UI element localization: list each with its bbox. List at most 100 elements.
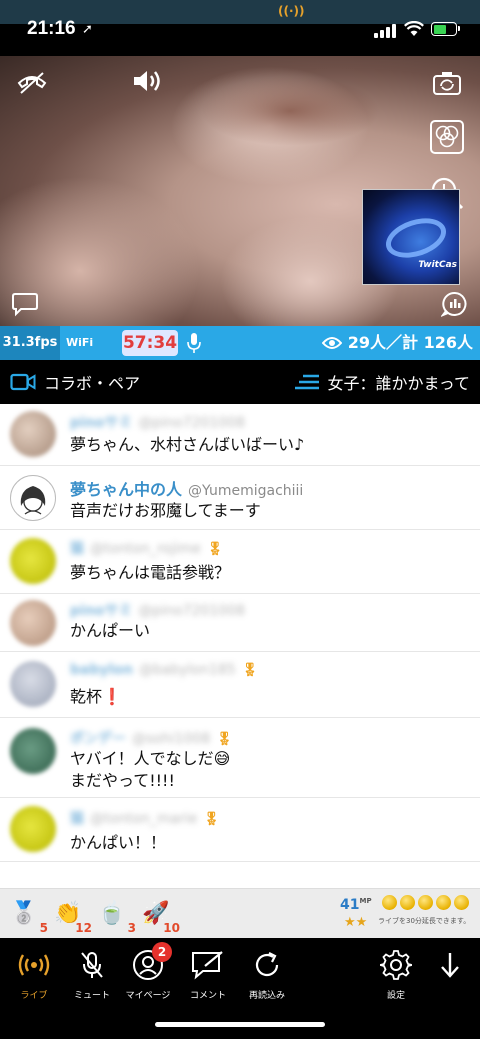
gift-item[interactable]: 🥈 5 <box>6 895 48 936</box>
stream-info-bar: 31.3fps WiFi 57:34 29人／計 126人 <box>0 326 480 360</box>
nav-settings[interactable]: 設定 <box>366 948 426 1001</box>
nav-mute[interactable]: ミュート <box>62 948 122 1001</box>
comment-author: babylon @babylon185 🎖 <box>70 662 259 678</box>
avatar[interactable] <box>10 475 56 521</box>
avatar[interactable] <box>10 806 56 852</box>
comment-item[interactable]: 夢ちゃん中の人 @Yumemigachiii 音声だけお邪魔してまーす <box>0 466 480 530</box>
nav-mypage[interactable]: 2 マイページ <box>118 942 178 1001</box>
mp-stars: ★★ <box>344 915 368 930</box>
network-type: WiFi <box>66 336 94 349</box>
topic-text: 女子：誰かかまって <box>327 374 470 393</box>
nav-collapse[interactable] <box>420 948 480 988</box>
nav-label: コメント <box>189 991 226 1001</box>
gift-item[interactable]: 🍵 3 <box>94 895 136 936</box>
collab-button[interactable]: コラボ・ペア <box>10 360 140 404</box>
comment-toggle-icon[interactable] <box>10 290 40 318</box>
camera-switch-icon[interactable] <box>430 68 464 98</box>
nav-label: ミュート <box>73 991 110 1001</box>
reload-icon <box>237 948 297 982</box>
nav-label: マイページ <box>125 991 171 1001</box>
live-video[interactable]: TwitCas <box>0 56 480 326</box>
comment-text: 音声だけお邪魔してまーす <box>70 501 261 520</box>
location-arrow-icon: ➚ <box>82 22 93 37</box>
hangup-phone-icon[interactable] <box>14 68 50 98</box>
coin-icon <box>454 895 469 910</box>
comment-text: ヤバイ！人でなしだ😅 まだやって!!!! <box>70 749 231 790</box>
comment-author: 夢ちゃん中の人 @Yumemigachiii <box>70 480 304 499</box>
nav-comment[interactable]: コメント <box>178 948 238 1001</box>
nav-reload[interactable]: 再読込み <box>237 948 297 1001</box>
avatar[interactable] <box>10 411 56 457</box>
comment-text: かんぱーい <box>70 621 151 640</box>
nav-label: 設定 <box>386 991 405 1001</box>
avatar[interactable] <box>10 661 56 707</box>
collab-topic-row: コラボ・ペア 女子：誰かかまって <box>0 360 480 404</box>
eye-icon <box>321 337 342 349</box>
gift-bar: 🥈 5 👏 12 🍵 3 🚀 10 41MP ★★ ライブを30分延長できます。 <box>0 888 480 938</box>
silver-coin-icon: 🥈 <box>10 900 38 926</box>
comment-item[interactable]: 猫 @tonton_marie 🎖 かんぱい！！ <box>0 798 480 862</box>
coin-icon <box>418 895 433 910</box>
medal-icon: 🎖 <box>206 542 224 557</box>
elapsed-timer: 57:34 <box>122 330 178 356</box>
viewer-count: 29人／計 126人 <box>321 326 473 360</box>
mic-level-icon <box>187 333 201 353</box>
medal-icon: 🎖 <box>241 663 259 678</box>
avatar[interactable] <box>10 600 56 646</box>
broadcast-icon <box>4 948 64 982</box>
home-indicator <box>155 1022 325 1027</box>
nav-label: ライブ <box>20 991 48 1001</box>
topic-button[interactable]: 女子：誰かかまって <box>295 360 470 404</box>
comment-text: 夢ちゃんは電話参戦？ <box>70 563 231 582</box>
wifi-icon <box>404 21 424 36</box>
comment-text: 乾杯❗ <box>70 687 122 706</box>
tea-icon: 🍵 <box>98 900 126 926</box>
down-arrow-icon <box>420 948 480 982</box>
medal-icon: 🎖 <box>216 732 233 747</box>
battery-icon <box>431 22 460 36</box>
mp-counter[interactable]: 41MP <box>340 897 372 913</box>
gift-item[interactable]: 🚀 10 <box>138 895 180 936</box>
avatar[interactable] <box>10 728 56 774</box>
comment-text: かんぱい！！ <box>70 833 167 852</box>
camera-preview[interactable]: TwitCas <box>362 189 460 285</box>
viewer-count-text: 29人／計 126人 <box>347 333 473 352</box>
extend-coins[interactable] <box>382 895 469 910</box>
gear-icon <box>366 948 426 982</box>
video-camera-icon <box>10 373 36 391</box>
comment-text: 夢ちゃん、水村さんばいばーい♪ <box>70 435 305 454</box>
coin-icon <box>400 895 415 910</box>
pip-brand-label: TwitCas <box>418 260 457 270</box>
coin-icon <box>382 895 397 910</box>
comment-item[interactable]: 猫 @tonton_rojime 🎖 夢ちゃんは電話参戦？ <box>0 530 480 594</box>
broadcast-icon: ((·)) <box>278 4 305 18</box>
extend-note: ライブを30分延長できます。 <box>378 917 471 925</box>
fps-readout: 31.3fps <box>0 326 60 360</box>
filter-icon[interactable] <box>429 119 465 155</box>
comment-edit-icon <box>178 948 238 982</box>
speaker-icon[interactable] <box>130 66 164 96</box>
nav-label: 再読込み <box>248 991 285 1001</box>
gift-item[interactable]: 👏 12 <box>50 895 92 936</box>
menu-lines-icon <box>295 374 320 390</box>
comment-item[interactable]: pinoサミ @pino7201008 かんぱーい <box>0 594 480 652</box>
status-time: 21:16 <box>27 18 76 39</box>
comment-item[interactable]: ポンデー @sohi1008 🎖 ヤバイ！人でなしだ😅 まだやって!!!! <box>0 718 480 798</box>
comment-author: pinoサミ @pino7201008 <box>70 603 245 619</box>
comment-author: 猫 @tonton_rojime 🎖 <box>70 541 224 557</box>
status-bar: ((·)) 21:16 ➚ <box>0 0 480 56</box>
comment-item[interactable]: pinoサミ @pino7201008 夢ちゃん、水村さんばいばーい♪ <box>0 404 480 466</box>
coin-icon <box>436 895 451 910</box>
cellular-signal-icon <box>374 24 396 38</box>
collab-label: コラボ・ペア <box>44 374 141 393</box>
stats-icon[interactable] <box>440 290 470 318</box>
comment-list[interactable]: pinoサミ @pino7201008 夢ちゃん、水村さんばいばーい♪ 夢ちゃん中… <box>0 404 480 888</box>
notification-badge: 2 <box>152 942 172 962</box>
comment-author: ポンデー @sohi1008 🎖 <box>70 731 233 747</box>
comment-author: pinoサミ @pino7201008 <box>70 415 245 431</box>
comment-author: 猫 @tonton_marie 🎖 <box>70 811 220 827</box>
avatar[interactable] <box>10 538 56 584</box>
nav-live[interactable]: ライブ <box>4 948 64 1001</box>
comment-item[interactable]: babylon @babylon185 🎖 乾杯❗ <box>0 652 480 718</box>
medal-icon: 🎖 <box>203 812 220 827</box>
